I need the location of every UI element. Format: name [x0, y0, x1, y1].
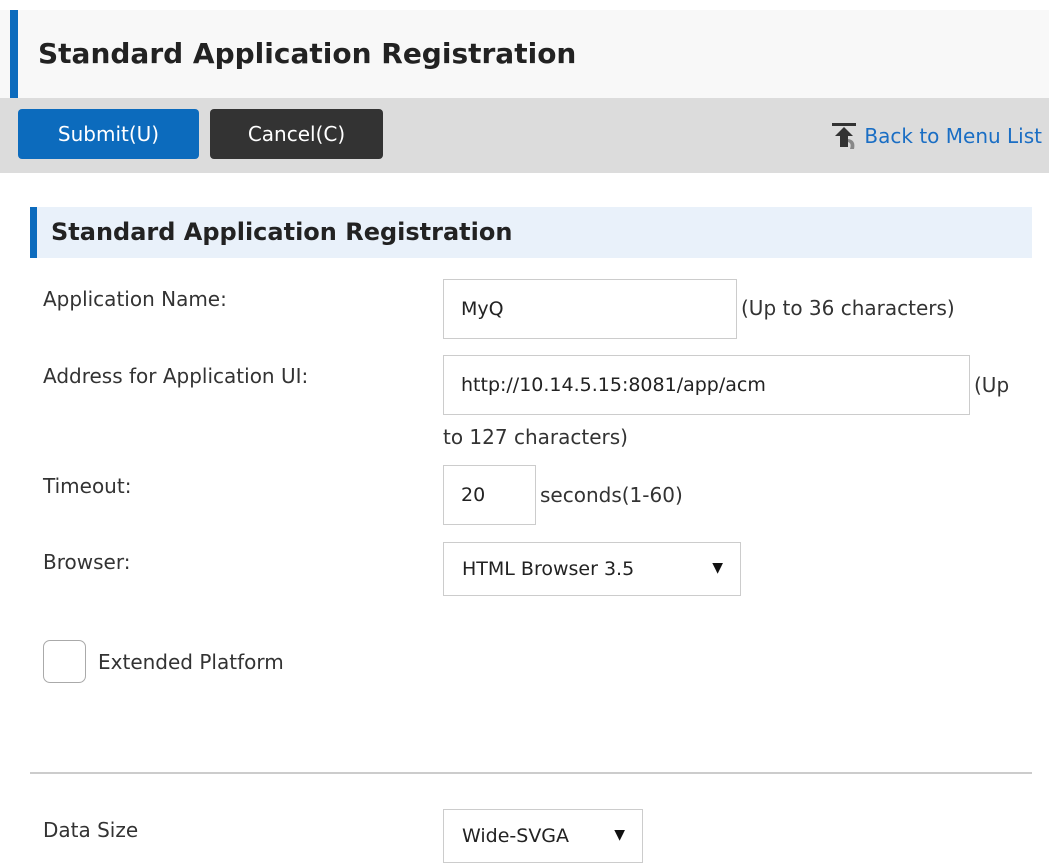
timeout-hint: seconds(1-60) — [540, 483, 683, 507]
cancel-button[interactable]: Cancel(C) — [210, 109, 383, 159]
browser-select[interactable]: HTML Browser 3.5 ▼ — [443, 542, 741, 596]
app-name-input[interactable] — [443, 279, 737, 339]
back-arrow-up-icon — [832, 123, 857, 149]
back-to-menu-link[interactable]: Back to Menu List — [828, 120, 1042, 152]
page-header: Standard Application Registration — [0, 10, 1049, 98]
browser-label: Browser: — [43, 550, 131, 574]
section-accent-bar — [30, 207, 37, 258]
extended-platform-label: Extended Platform — [98, 650, 284, 674]
app-address-input[interactable] — [443, 355, 970, 415]
app-address-hint-cont: to 127 characters) — [443, 425, 628, 449]
app-address-hint: (Up — [974, 373, 1010, 397]
header-accent-bar — [10, 10, 18, 98]
section-title: Standard Application Registration — [51, 218, 513, 246]
back-link-label: Back to Menu List — [864, 124, 1042, 148]
dropdown-arrow-icon: ▼ — [614, 827, 625, 843]
data-size-label: Data Size — [43, 818, 139, 842]
data-size-selected-value: Wide-SVGA — [462, 825, 570, 847]
section-header: Standard Application Registration — [30, 207, 1032, 258]
data-size-select[interactable]: Wide-SVGA ▼ — [443, 809, 643, 863]
browser-selected-value: HTML Browser 3.5 — [462, 558, 635, 580]
timeout-input[interactable] — [443, 465, 536, 525]
toolbar: Submit(U) Cancel(C) Back to Menu List — [0, 98, 1049, 173]
page-title: Standard Application Registration — [38, 37, 577, 70]
submit-button[interactable]: Submit(U) — [18, 109, 199, 159]
timeout-label: Timeout: — [43, 474, 132, 498]
app-name-label: Application Name: — [43, 287, 227, 311]
dropdown-arrow-icon: ▼ — [712, 560, 723, 576]
extended-platform-checkbox[interactable] — [43, 640, 86, 683]
divider — [30, 772, 1032, 774]
app-name-hint: (Up to 36 characters) — [741, 296, 955, 320]
app-address-label: Address for Application UI: — [43, 364, 309, 388]
